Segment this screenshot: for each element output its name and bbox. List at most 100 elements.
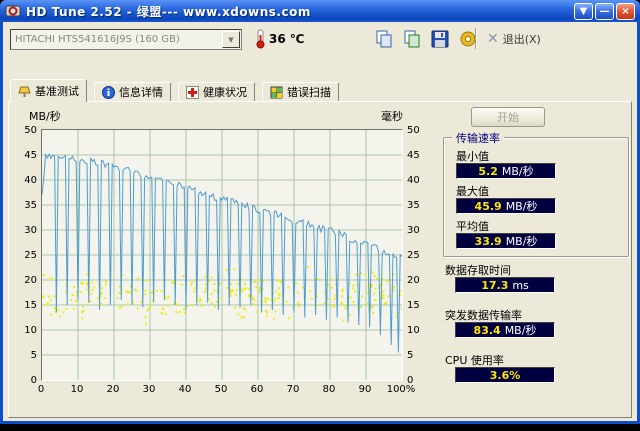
- x-axis-tick: 90: [358, 384, 372, 395]
- min-value-display: 5.2 MB/秒: [456, 163, 556, 179]
- tab-error-scan-label: 错误扫描: [287, 86, 331, 99]
- x-axis-tick: 70: [286, 384, 300, 395]
- max-label: 最大值: [456, 185, 489, 198]
- tab-bar: 基准测试 信息详情 健康状况 错误扫描: [10, 79, 630, 102]
- titlebar[interactable]: HD Tune 2.52 - 绿盟--- www.xdowns.com ▼ — …: [0, 0, 640, 22]
- burst-rate-value: 83.4: [473, 323, 501, 337]
- y-axis-tick: 50: [24, 125, 37, 136]
- temperature-value: 36 ℃: [269, 32, 305, 46]
- burst-rate-display: 83.4 MB/秒: [455, 322, 555, 338]
- transfer-rate-group: 传输速率 最小值 5.2 MB/秒 最大值 45.9 MB/秒 平均值 33.9…: [443, 130, 629, 257]
- x-axis-tick: 30: [142, 384, 156, 395]
- avg-label: 平均值: [456, 220, 489, 233]
- y-axis-tick: 15: [407, 300, 420, 311]
- y-axis-tick: 35: [24, 200, 37, 211]
- toolbar-separator: [475, 28, 477, 49]
- burst-rate-label: 突发数据传输率: [445, 309, 522, 322]
- window-client-area: HITACHI HTS541616J9S (160 GB) ▼ 36 ℃ ✕ 退…: [3, 22, 637, 421]
- y-axis-tick: 20: [407, 275, 420, 286]
- left-axis-title: MB/秒: [29, 110, 61, 123]
- x-axis: 0 10 20 30 40 50 60 70 80 90 100%: [38, 384, 421, 396]
- thermometer-icon: [256, 29, 265, 49]
- y-axis-tick: 35: [407, 200, 420, 211]
- y-axis-tick: 25: [24, 250, 37, 261]
- y-axis-right: 50 45 40 35 30 25 20 15 10 5 0: [407, 126, 431, 386]
- burst-rate-unit: MB/秒: [504, 324, 537, 337]
- minimize-button[interactable]: —: [595, 2, 614, 20]
- y-axis-tick: 45: [407, 150, 420, 161]
- min-label: 最小值: [456, 150, 489, 163]
- x-axis-tick: 60: [250, 384, 264, 395]
- drive-select-value: HITACHI HTS541616J9S (160 GB): [15, 34, 180, 45]
- scan-grid-icon: [270, 86, 283, 98]
- exit-x-icon: ✕: [487, 31, 499, 47]
- save-button[interactable]: [427, 26, 452, 51]
- y-axis-tick: 30: [407, 225, 420, 236]
- tab-benchmark[interactable]: 基准测试: [10, 79, 87, 102]
- tab-health-label: 健康状况: [203, 86, 247, 99]
- save-icon: [431, 30, 448, 47]
- x-axis-tick: 40: [178, 384, 192, 395]
- window-border-bottom: [0, 421, 640, 424]
- exit-label: 退出(X): [502, 33, 541, 46]
- combobox-dropdown-arrow-icon[interactable]: ▼: [222, 31, 240, 48]
- transfer-rate-group-title: 传输速率: [452, 130, 504, 146]
- y-axis-tick: 15: [24, 300, 37, 311]
- y-axis-tick: 45: [24, 150, 37, 161]
- tab-info-label: 信息详情: [119, 86, 163, 99]
- x-axis-tick: 0: [37, 384, 45, 395]
- min-unit: MB/秒: [501, 165, 534, 178]
- y-axis-tick: 5: [407, 350, 414, 361]
- cpu-usage-label: CPU 使用率: [445, 354, 504, 367]
- max-value-display: 45.9 MB/秒: [456, 198, 556, 214]
- avg-unit: MB/秒: [505, 235, 538, 248]
- window-title: HD Tune 2.52 - 绿盟--- www.xdowns.com: [26, 4, 311, 19]
- tab-error-scan[interactable]: 错误扫描: [262, 82, 339, 101]
- y-axis-tick: 10: [24, 325, 37, 336]
- start-button-label: 开始: [497, 111, 519, 124]
- x-axis-tick: 20: [106, 384, 120, 395]
- access-time-label: 数据存取时间: [445, 264, 511, 277]
- y-axis-left: 50 45 40 35 30 25 20 15 10 5 0: [13, 126, 37, 386]
- copy-image-button[interactable]: [399, 26, 424, 51]
- x-axis-tick: 10: [70, 384, 84, 395]
- exit-button[interactable]: ✕ 退出(X): [483, 28, 545, 50]
- access-time-unit: ms: [512, 278, 529, 292]
- tab-benchmark-label: 基准测试: [35, 85, 79, 98]
- tab-health[interactable]: 健康状况: [178, 82, 255, 101]
- start-button[interactable]: 开始: [471, 107, 545, 127]
- cpu-usage-display: 3.6%: [455, 367, 555, 383]
- x-axis-tick: 80: [322, 384, 336, 395]
- right-axis-title: 毫秒: [381, 110, 403, 123]
- avg-value: 33.9: [474, 234, 502, 248]
- cpu-usage-value: 3.6%: [489, 368, 521, 382]
- access-time-value: 17.3: [481, 278, 509, 292]
- y-axis-tick: 5: [30, 350, 37, 361]
- copy-icon: [376, 30, 391, 47]
- max-value: 45.9: [474, 199, 502, 213]
- lamp-icon: [18, 86, 31, 97]
- y-axis-tick: 50: [407, 125, 420, 136]
- y-axis-tick: 10: [407, 325, 420, 336]
- avg-value-display: 33.9 MB/秒: [456, 233, 556, 249]
- x-axis-tick: 50: [214, 384, 228, 395]
- close-button[interactable]: ×: [616, 2, 635, 20]
- max-unit: MB/秒: [505, 200, 538, 213]
- drive-select-combobox[interactable]: HITACHI HTS541616J9S (160 GB) ▼: [10, 29, 242, 50]
- tab-info[interactable]: 信息详情: [94, 82, 171, 101]
- x-axis-tick: 100%: [386, 384, 416, 395]
- info-icon: [102, 85, 115, 99]
- benchmark-plot: [41, 129, 403, 381]
- download-button[interactable]: ▼: [574, 2, 593, 20]
- grid-lines: [42, 130, 402, 380]
- benchmark-page: MB/秒 毫秒 50 45 40 35 30 25 20 15 10 5 0 50 45 40 35 30 2…: [8, 101, 632, 418]
- y-axis-tick: 40: [407, 175, 420, 186]
- copy-button[interactable]: [371, 26, 396, 51]
- access-time-display: 17.3 ms: [455, 277, 555, 293]
- y-axis-tick: 40: [24, 175, 37, 186]
- app-icon: [5, 5, 21, 17]
- health-cross-icon: [186, 85, 199, 99]
- y-axis-tick: 25: [407, 250, 420, 261]
- y-axis-tick: 30: [24, 225, 37, 236]
- copy-image-icon: [404, 30, 419, 47]
